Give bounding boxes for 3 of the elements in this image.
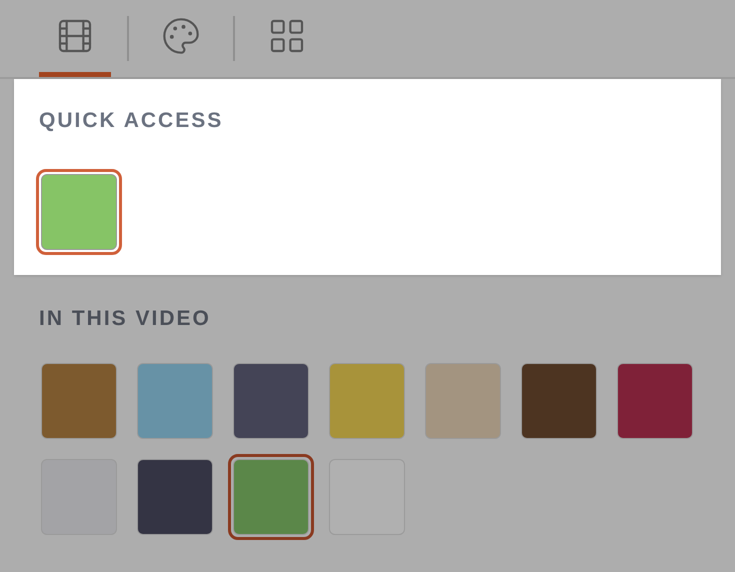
section-title: IN THIS VIDEO [39, 306, 212, 332]
palette-icon [161, 16, 201, 56]
section-title: QUICK ACCESS [39, 108, 224, 134]
